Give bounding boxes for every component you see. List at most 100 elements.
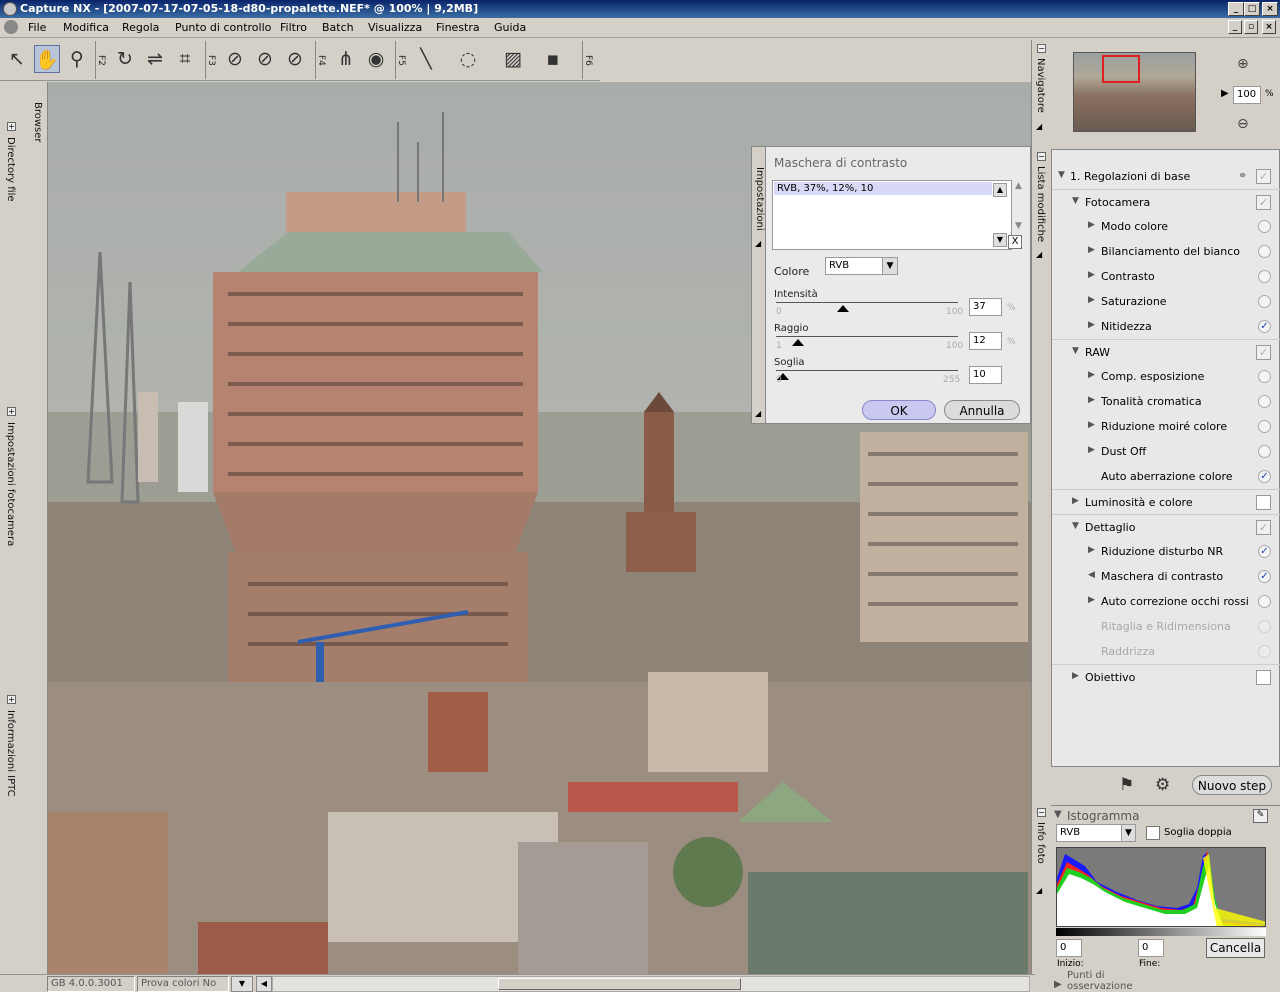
- arrow-select-icon[interactable]: ↖: [4, 45, 30, 73]
- collapse-navigator-icon[interactable]: −: [1037, 44, 1046, 53]
- annulla-button[interactable]: Annulla: [944, 400, 1020, 420]
- mask-list-item[interactable]: RVB, 37%, 12%, 10: [774, 182, 992, 195]
- red-eye-icon[interactable]: ⋔: [333, 45, 359, 73]
- edit-row-auto-aberrazione-colore[interactable]: Auto aberrazione colore ✓: [1052, 464, 1280, 489]
- expand-arrow-icon[interactable]: ▶: [1088, 245, 1095, 255]
- edit-row-riduzione-disturbo-nr[interactable]: ▶ Riduzione disturbo NR ✓: [1052, 539, 1280, 564]
- tab-navigatore[interactable]: Navigatore: [1035, 58, 1046, 113]
- close-button[interactable]: ×: [1262, 2, 1278, 16]
- edit-row-comp-esposizione[interactable]: ▶ Comp. esposizione: [1052, 364, 1280, 389]
- visibility-radio[interactable]: [1258, 245, 1271, 258]
- colore-dropdown-icon[interactable]: ▼: [882, 257, 898, 275]
- control-point-icon[interactable]: ⊘: [282, 45, 308, 73]
- edit-row-contrasto[interactable]: ▶ Contrasto: [1052, 264, 1280, 289]
- intensita-track[interactable]: [776, 302, 958, 303]
- horizontal-scrollbar[interactable]: [272, 976, 1030, 992]
- menu-batch[interactable]: Batch: [322, 21, 354, 34]
- new-step-button[interactable]: Nuovo step: [1192, 775, 1272, 795]
- list-scroll-up-icon[interactable]: ▲: [993, 183, 1007, 197]
- collapse-arrow-icon[interactable]: ▼: [1072, 346, 1079, 356]
- expand-arrow-icon[interactable]: ▶: [1088, 370, 1095, 380]
- edit-row-fotocamera[interactable]: ▼ Fotocamera ✓: [1052, 189, 1280, 214]
- histogram-collapse-icon[interactable]: ▼: [1054, 809, 1062, 820]
- enable-checkbox[interactable]: [1256, 670, 1271, 685]
- visibility-radio[interactable]: ✓: [1258, 545, 1271, 558]
- crop-icon[interactable]: ⌗: [172, 45, 198, 73]
- expand-arrow-icon[interactable]: ▶: [1088, 270, 1095, 280]
- scrollbar-thumb[interactable]: [498, 978, 741, 990]
- edit-row-auto-correzione-occhi-rossi[interactable]: ▶ Auto correzione occhi rossi: [1052, 589, 1280, 614]
- collapse-edit-list-icon[interactable]: −: [1037, 152, 1046, 161]
- histogram-eyedropper-icon[interactable]: ✎: [1253, 809, 1268, 823]
- document-icon[interactable]: [4, 20, 18, 34]
- tab-directory-file[interactable]: Directory file: [5, 137, 16, 202]
- step-checkbox[interactable]: ✓: [1256, 169, 1271, 184]
- tab-lista-modifiche[interactable]: Lista modifiche: [1035, 166, 1046, 242]
- expand-iptc-icon[interactable]: +: [7, 695, 16, 704]
- menu-finestra[interactable]: Finestra: [436, 21, 480, 34]
- visibility-radio[interactable]: [1258, 395, 1271, 408]
- doc-close-button[interactable]: ×: [1262, 20, 1276, 34]
- observation-points-label[interactable]: Punti di osservazione: [1067, 970, 1157, 992]
- menu-regola[interactable]: Regola: [122, 21, 159, 34]
- observation-expand-icon[interactable]: ▶: [1054, 979, 1062, 990]
- expand-arrow-icon[interactable]: ▶: [1072, 496, 1079, 506]
- expand-arrow-icon[interactable]: ▶: [1088, 395, 1095, 405]
- enable-checkbox[interactable]: ✓: [1256, 195, 1271, 210]
- enable-checkbox[interactable]: ✓: [1256, 345, 1271, 360]
- edit-row-riduzione-moir-colore[interactable]: ▶ Riduzione moiré colore: [1052, 414, 1280, 439]
- lasso-icon[interactable]: ◌: [455, 45, 481, 73]
- edit-row-maschera-di-contrasto[interactable]: ◀ Maschera di contrasto ✓: [1052, 564, 1280, 589]
- flag-icon[interactable]: ⚑: [1119, 775, 1134, 795]
- step-expand-icon[interactable]: ▼: [1058, 170, 1065, 180]
- tab-info-foto[interactable]: Info foto: [1035, 822, 1046, 864]
- edit-row-dust-off[interactable]: ▶ Dust Off: [1052, 439, 1280, 464]
- expand-arrow-icon[interactable]: ▶: [1088, 420, 1095, 430]
- expand-arrow-icon[interactable]: ▶: [1072, 671, 1079, 681]
- minimize-button[interactable]: _: [1228, 2, 1244, 16]
- expand-arrow-icon[interactable]: ▶: [1088, 445, 1095, 455]
- expand-arrow-icon[interactable]: ▶: [1088, 545, 1095, 555]
- enable-checkbox[interactable]: ✓: [1256, 520, 1271, 535]
- expand-directory-icon[interactable]: +: [7, 122, 16, 131]
- end-input[interactable]: 0: [1138, 939, 1164, 957]
- expand-arrow-icon[interactable]: ▶: [1088, 595, 1095, 605]
- doc-minimize-button[interactable]: _: [1228, 20, 1242, 34]
- visibility-radio[interactable]: ✓: [1258, 470, 1271, 483]
- collapse-arrow-icon[interactable]: ▼: [1072, 521, 1079, 531]
- edit-row-luminosit-e-colore[interactable]: ▶ Luminosità e colore: [1052, 489, 1280, 514]
- edit-row-obiettivo[interactable]: ▶ Obiettivo: [1052, 664, 1280, 689]
- menu-visualizza[interactable]: Visualizza: [368, 21, 422, 34]
- edit-row-tonalit-cromatica[interactable]: ▶ Tonalità cromatica: [1052, 389, 1280, 414]
- ok-button[interactable]: OK: [862, 400, 936, 420]
- list-up-icon[interactable]: ▲: [1015, 181, 1022, 191]
- menu-guida[interactable]: Guida: [494, 21, 526, 34]
- expand-arrow-icon[interactable]: ▶: [1088, 320, 1095, 330]
- menu-modifica[interactable]: Modifica: [63, 21, 109, 34]
- raggio-input[interactable]: 12: [969, 332, 1002, 350]
- edit-row-raw[interactable]: ▼ RAW ✓: [1052, 339, 1280, 364]
- tab-browser[interactable]: Browser: [32, 102, 43, 143]
- expand-arrow-icon[interactable]: ◀: [1088, 570, 1095, 580]
- hand-tool-icon[interactable]: ✋: [34, 45, 60, 73]
- doc-restore-button[interactable]: ▫: [1244, 20, 1258, 34]
- black-point-icon[interactable]: ⊘: [222, 45, 248, 73]
- zoom-out-icon[interactable]: ⊖: [1237, 116, 1249, 132]
- visibility-radio[interactable]: ✓: [1258, 570, 1271, 583]
- gear-icon[interactable]: ⚙: [1155, 775, 1170, 795]
- gradient-icon[interactable]: ▨: [500, 45, 526, 73]
- histogram-graph[interactable]: [1056, 847, 1266, 927]
- start-input[interactable]: 0: [1056, 939, 1082, 957]
- edit-row-nitidezza[interactable]: ▶ Nitidezza ✓: [1052, 314, 1280, 339]
- visibility-radio[interactable]: [1258, 370, 1271, 383]
- mask-list[interactable]: RVB, 37%, 12%, 10 ▲ ▼: [772, 180, 1012, 250]
- expand-camera-icon[interactable]: +: [7, 407, 16, 416]
- tab-camera-settings[interactable]: Impostazioni fotocamera: [5, 422, 16, 546]
- navigator-view-rect[interactable]: [1102, 55, 1140, 83]
- scroll-left-icon[interactable]: ◀: [256, 976, 272, 992]
- intensita-slider-thumb[interactable]: [837, 305, 850, 312]
- intensita-input[interactable]: 37: [969, 298, 1002, 316]
- menu-file[interactable]: File: [28, 21, 46, 34]
- visibility-radio[interactable]: ✓: [1258, 320, 1271, 333]
- menu-punto-di-controllo[interactable]: Punto di controllo: [175, 21, 271, 34]
